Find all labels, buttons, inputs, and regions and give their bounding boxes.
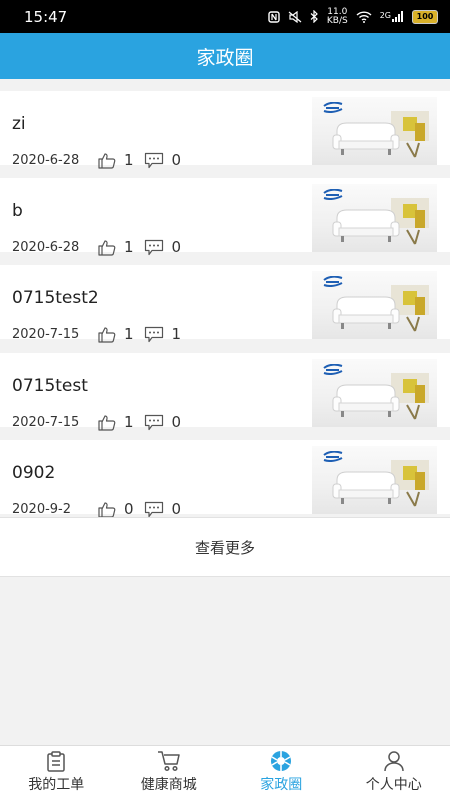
post-meta: 2020-6-28 1 0 [12, 238, 191, 256]
like-count: 1 [124, 325, 134, 343]
signal-indicator: 2G [380, 11, 404, 22]
post-thumbnail[interactable] [312, 184, 437, 252]
comment-icon[interactable] [144, 501, 164, 518]
post-date: 2020-6-28 [12, 153, 98, 168]
tab-profile[interactable]: 个人中心 [338, 746, 450, 801]
post-date: 2020-7-15 [12, 415, 98, 430]
post-title: zi [12, 114, 26, 134]
thumbs-up-icon[interactable] [98, 239, 116, 256]
user-icon [383, 750, 405, 772]
load-more-label: 查看更多 [195, 537, 255, 558]
aperture-icon [270, 750, 292, 772]
mute-icon [288, 11, 302, 23]
sofa-image [331, 458, 431, 508]
post-card[interactable]: 0715test 2020-7-15 1 0 [0, 353, 450, 427]
comment-icon[interactable] [144, 414, 164, 431]
post-title: 0715test [12, 376, 88, 396]
comment-icon[interactable] [144, 239, 164, 256]
bluetooth-icon [310, 10, 319, 23]
like-count: 1 [124, 413, 134, 431]
clipboard-icon [45, 750, 67, 772]
cart-icon [157, 750, 181, 772]
thumbs-up-icon[interactable] [98, 414, 116, 431]
post-meta: 2020-6-28 1 0 [12, 151, 191, 169]
status-bar: 15:47 11.0 KB/S 2G 100 [0, 0, 450, 33]
post-date: 2020-9-2 [12, 502, 98, 517]
post-title: b [12, 201, 23, 221]
post-date: 2020-6-28 [12, 240, 98, 255]
signal-icon [392, 11, 404, 22]
post-title: 0715test2 [12, 288, 99, 308]
net-speed: 11.0 KB/S [327, 8, 348, 26]
post-title: 0902 [12, 463, 55, 483]
load-more-button[interactable]: 查看更多 [0, 517, 450, 577]
tab-health-mall[interactable]: 健康商城 [113, 746, 226, 801]
sofa-image [331, 371, 431, 421]
comment-icon[interactable] [144, 326, 164, 343]
battery-icon: 100 [412, 10, 438, 24]
wifi-icon [356, 11, 372, 23]
post-thumbnail[interactable] [312, 359, 437, 427]
post-card[interactable]: zi 2020-6-28 1 0 [0, 91, 450, 165]
tab-label: 健康商城 [141, 774, 197, 794]
bottom-tab-bar: 我的工单 健康商城 家政圈 个人中心 [0, 745, 450, 801]
header: 家政圈 [0, 33, 450, 79]
sofa-image [331, 283, 431, 333]
post-meta: 2020-7-15 1 0 [12, 413, 191, 431]
tab-housekeeping-circle[interactable]: 家政圈 [225, 746, 338, 801]
comment-count: 0 [172, 500, 182, 518]
nfc-icon [268, 11, 280, 23]
post-date: 2020-7-15 [12, 327, 98, 342]
post-thumbnail[interactable] [312, 97, 437, 165]
tab-label: 个人中心 [366, 774, 422, 794]
comment-icon[interactable] [144, 152, 164, 169]
post-card[interactable]: b 2020-6-28 1 0 [0, 178, 450, 252]
like-count: 1 [124, 238, 134, 256]
thumbs-up-icon[interactable] [98, 326, 116, 343]
comment-count: 0 [172, 413, 182, 431]
thumbs-up-icon[interactable] [98, 501, 116, 518]
like-count: 0 [124, 500, 134, 518]
post-card[interactable]: 0715test2 2020-7-15 1 1 [0, 265, 450, 339]
status-time: 15:47 [24, 8, 67, 26]
post-card[interactable]: 0902 2020-9-2 0 0 [0, 440, 450, 514]
tab-label: 家政圈 [260, 774, 302, 794]
page-title: 家政圈 [196, 43, 253, 70]
comment-count: 1 [172, 325, 182, 343]
comment-count: 0 [172, 151, 182, 169]
thumbs-up-icon[interactable] [98, 152, 116, 169]
post-meta: 2020-9-2 0 0 [12, 500, 191, 518]
tab-label: 我的工单 [28, 774, 84, 794]
post-thumbnail[interactable] [312, 446, 437, 514]
sofa-image [331, 109, 431, 159]
post-thumbnail[interactable] [312, 271, 437, 339]
tab-my-orders[interactable]: 我的工单 [0, 746, 113, 801]
comment-count: 0 [172, 238, 182, 256]
post-meta: 2020-7-15 1 1 [12, 325, 191, 343]
sofa-image [331, 196, 431, 246]
like-count: 1 [124, 151, 134, 169]
status-icons: 11.0 KB/S 2G 100 [268, 8, 438, 26]
